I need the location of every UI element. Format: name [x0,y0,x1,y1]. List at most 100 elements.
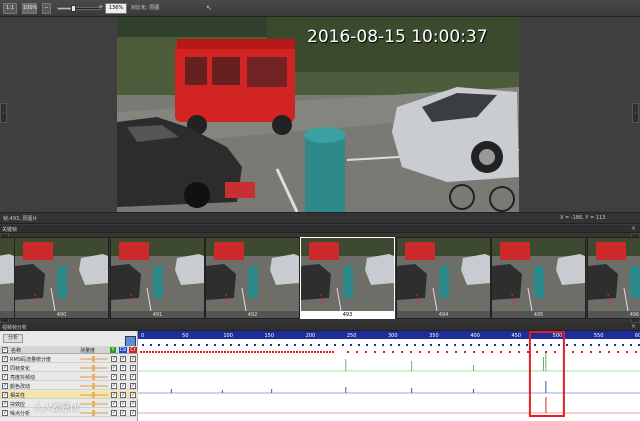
close-icon[interactable]: × [631,225,636,232]
contrast-mode-label[interactable]: 对比化: 原图 [131,3,159,14]
keyframe-thumbnail[interactable]: 492 [205,237,300,319]
graph-dot-track-blue [326,344,328,346]
analyze-button[interactable]: 分析 [3,334,23,343]
graph-dot-track-red [509,351,511,353]
y-checkbox[interactable]: ✓ [111,392,117,398]
zoom-value-field[interactable]: 136% [105,3,127,14]
metric-checkbox[interactable]: ✓ [2,365,8,371]
metric-checkbox[interactable]: ✓ [2,392,8,398]
cb-checkbox[interactable]: ✓ [120,401,126,407]
metric-row[interactable]: ✓ 相关性 ✓ ✓ ✓ [0,391,138,399]
keyframe-label: 496 [588,311,640,318]
cursor-coordinates: X = -186, Y = 113 [560,215,606,221]
cb-checkbox[interactable]: ✓ [120,392,126,398]
threshold-slider[interactable] [80,364,108,372]
metric-checkbox[interactable]: ✓ [2,383,8,389]
graph-dot-track-red [500,351,502,353]
keyframe-thumbnail[interactable]: 493 [300,237,395,319]
threshold-slider[interactable] [80,400,108,408]
keyframe-thumbnail[interactable]: 491 [110,237,205,319]
keyframe-thumbnail[interactable]: 490 [14,237,109,319]
graph-dot-track-blue [366,344,368,346]
threshold-slider[interactable] [80,355,108,363]
metric-row[interactable]: ✓ RMS码流量统计度 ✓ ✓ ✓ [0,355,138,363]
graph-dot-track-blue [342,344,344,346]
metric-row[interactable]: ✓ 亮度抖频动 ✓ ✓ ✓ [0,373,138,381]
cr-checkbox[interactable]: ✓ [130,383,136,389]
graph-dot-track-red [608,351,610,353]
cb-channel-badge: Cb [119,347,127,353]
graph-dot-track-red [248,351,250,353]
metric-checkbox[interactable]: ✓ [2,401,8,407]
y-checkbox[interactable]: ✓ [111,374,117,380]
cursor-tool-icon[interactable]: ↖ [206,3,212,14]
zoom-in-icon[interactable]: + [97,3,105,14]
threshold-slider[interactable] [80,373,108,381]
threshold-slider[interactable] [80,382,108,390]
metric-checkbox[interactable]: ✓ [2,374,8,380]
graph-dot-track-blue [590,344,592,346]
zoom-out-icon[interactable]: − [42,3,51,14]
keyframe-thumbnail[interactable]: 494 [396,237,491,319]
graph-dot-track-red [233,351,235,353]
graph-dot-track-blue [358,344,360,346]
zoom-slider-thumb[interactable] [71,5,77,12]
graph-dot-track-red [473,351,475,353]
metric-checkbox[interactable]: ✓ [2,410,8,416]
graph-dot-track-blue [350,344,352,346]
keyframe-thumbnail[interactable]: 496 [587,237,640,319]
graph-dot-track-red [155,351,157,353]
right-panel-toggle[interactable]: › [632,103,639,123]
timeline-tick-label: 600 [635,333,640,339]
cb-checkbox[interactable]: ✓ [120,374,126,380]
cr-checkbox[interactable]: ✓ [130,365,136,371]
y-checkbox[interactable]: ✓ [111,365,117,371]
metric-row[interactable]: ✓ 同帧变化 ✓ ✓ ✓ [0,364,138,372]
graph-dot-track-blue [478,344,480,346]
close-icon[interactable]: × [631,323,636,330]
cb-checkbox[interactable]: ✓ [120,365,126,371]
y-checkbox[interactable]: ✓ [111,410,117,416]
analysis-panel-title: 视频帧分析 [2,325,28,331]
zoom-slider[interactable] [57,5,101,12]
graph-dot-track-blue [238,344,240,346]
cr-checkbox[interactable]: ✓ [130,356,136,362]
graph-dot-track-blue [166,344,168,346]
graph-dot-track-blue [278,344,280,346]
threshold-slider[interactable] [80,409,108,417]
cb-checkbox[interactable]: ✓ [120,356,126,362]
graph-dot-track-red [491,351,493,353]
threshold-slider[interactable] [80,391,108,399]
graph-dot-track-blue [622,344,624,346]
metric-checkbox[interactable]: ✓ [2,356,8,362]
graph-dot-track-red [284,351,286,353]
cb-checkbox[interactable]: ✓ [120,410,126,416]
select-all-checkbox[interactable]: ✓ [2,347,8,353]
cr-checkbox[interactable]: ✓ [130,401,136,407]
video-viewer: ‹ › 2016-08-15 10:00:37 [0,17,640,212]
cr-checkbox[interactable]: ✓ [130,392,136,398]
left-panel-toggle[interactable]: ‹ [0,103,7,123]
y-checkbox[interactable]: ✓ [111,356,117,362]
timeline-tick-label: 100 [223,333,233,339]
graph-dot-track-blue [630,344,632,346]
y-checkbox[interactable]: ✓ [111,401,117,407]
graph-dot-track-blue [526,344,528,346]
graph-dot-track-red [527,351,529,353]
graph-dot-track-blue [446,344,448,346]
graph-dot-track-red [599,351,601,353]
keyframe-thumbnail[interactable] [0,237,15,319]
graph-dot-track-red [200,351,202,353]
metric-name: 块效应 [10,402,26,408]
keyframe-thumbnail[interactable]: 495 [491,237,586,319]
threshold-column-header: 测量度 [80,348,96,354]
zoom-preset-button[interactable]: 100% [22,3,37,14]
analysis-graph-svg: 0 50 100 150 200 250 300 350 400 450 500 550 600 [138,331,640,417]
fit-button[interactable]: 1:1 [3,3,17,14]
metric-row[interactable]: ✓ 颜色改动 ✓ ✓ ✓ [0,382,138,390]
cr-checkbox[interactable]: ✓ [130,410,136,416]
cr-checkbox[interactable]: ✓ [130,374,136,380]
cb-checkbox[interactable]: ✓ [120,383,126,389]
y-checkbox[interactable]: ✓ [111,383,117,389]
graph-dot-track-red [290,351,292,353]
